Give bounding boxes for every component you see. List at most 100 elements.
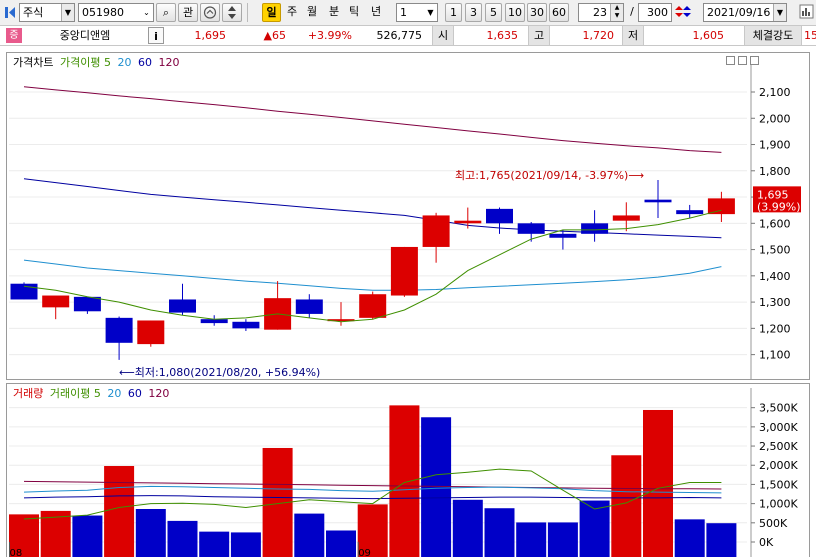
period-tick-button[interactable]: 틱 [346,3,362,22]
period-monthly-button[interactable]: 월 [304,3,320,22]
price-change-pct: +3.99% [292,26,356,45]
volume-bar-down [547,522,578,557]
legend-volume: 거래량 [13,387,44,400]
stepper-arrows-icon[interactable]: ▲ ▼ [610,4,623,21]
total-input[interactable]: 300 [638,3,672,22]
price-tick-label: 2,000 [759,112,791,125]
current-price-value: 1,695 [194,29,227,42]
x-tick-label: 09 [358,548,371,557]
volume-bar-down [484,508,515,557]
low-price-value: 1,605 [692,29,725,42]
spin-button[interactable] [222,3,242,22]
price-ma20-line [23,259,722,291]
chevron-down-icon[interactable]: ▼ [61,4,74,21]
period-yearly-label: 년 [370,5,382,18]
step-5-button[interactable]: 5 [485,3,502,22]
period-monthly-label: 월 [306,5,318,18]
step-60-button[interactable]: 60 [549,3,569,22]
legend-price-ma120: 120 [158,56,180,69]
candle-down [549,233,577,238]
date-value: 2021/09/16 [707,6,771,19]
candle-up [707,198,735,215]
date-select[interactable]: 2021/09/16 ▼ [703,3,787,22]
candle-up [390,246,418,296]
price-tick-label: 1,900 [759,139,791,152]
period-weekly-button[interactable]: 주 [284,3,300,22]
price-tick-label: 1,800 [759,165,791,178]
open-price: 1,635 [456,26,522,45]
strength-value-text: 159.4 [804,29,816,42]
candle-up [454,220,482,224]
step-30-button[interactable]: 30 [527,3,547,22]
volume-tick-label: 500K [759,517,788,530]
drag-handle-icon[interactable] [3,4,17,21]
volume-bar-down [72,515,103,557]
chart-window-icon [799,4,814,19]
link-button[interactable] [200,3,220,22]
price-tick-label: 1,200 [759,322,791,335]
zoom-arrows-icon [675,6,691,17]
settings-window-button[interactable] [798,3,816,22]
info-button[interactable]: i [148,27,164,44]
count-stepper[interactable]: 23 ▲ ▼ [578,3,624,22]
volume-bar-down [674,519,705,557]
total-value: 300 [647,6,668,19]
period-minute-button[interactable]: 분 [326,3,342,22]
volume-chart-pane[interactable]: 거래량 거래이평 5 20 60 120 0K 500K 1,000K 1,500K 2… [6,383,810,557]
volume-tick-label: 1,000K [759,498,798,511]
price-change-value: ▲65 [263,29,286,42]
period-daily-button[interactable]: 일 [262,3,281,22]
candle-down [517,223,545,234]
candle-down [105,317,133,343]
step-3-button[interactable]: 3 [465,3,482,22]
pane-minimize-button[interactable] [726,56,735,65]
volume-bar-down [706,523,737,557]
chevron-down-icon[interactable]: ▼ [773,4,786,21]
period-yearly-button[interactable]: 년 [368,3,384,22]
market-select[interactable]: 주식 ▼ [19,3,75,22]
price-chart-pane[interactable]: 가격차트 가격이평 5 20 60 120 1,100 1,200 1,300 1,4… [6,52,810,380]
high-price: 1,720 [552,26,618,45]
step-30-label: 30 [530,6,544,19]
open-label-text: 시 [437,29,449,42]
volume-bar-up [389,405,420,557]
candle-down [295,299,323,314]
volume-bar-down [199,531,230,557]
chevron-down-icon[interactable]: ▼ [424,4,437,21]
candle-down [10,283,38,300]
price-chart-legend: 가격차트 가격이평 5 20 60 120 [13,54,182,70]
high-label: 고 [528,26,550,45]
strength-value: 159.4 [802,26,816,45]
pane-close-button[interactable] [750,56,759,65]
chevron-down-icon[interactable]: ⌄ [140,4,153,21]
search-button[interactable]: ⌕ [156,3,176,22]
period-weekly-label: 주 [286,5,298,18]
open-label: 시 [432,26,454,45]
volume-tick-label: 1,500K [759,478,798,491]
info-icon: i [154,30,158,43]
step-1-button[interactable]: 1 [445,3,462,22]
pane-maximize-button[interactable] [738,56,747,65]
volume-bar-down [452,499,483,557]
candle-down [676,210,704,215]
price-change: ▲65 [234,26,290,45]
price-ma120-line [23,86,722,153]
volume-tick-label: 0K [759,536,774,549]
watchlist-button[interactable]: 관 [178,3,198,22]
zoom-arrows-button[interactable] [675,3,691,22]
price-tick-label: 1,500 [759,244,791,257]
legend-price: 가격차트 [13,56,54,69]
volume: 526,775 [358,26,426,45]
stock-code-input[interactable]: 051980 ⌄ [78,3,154,22]
candle-down [73,296,101,312]
volume-bar-down [135,508,166,557]
annotation-low: ⟵최저:1,080(2021/08/20, +56.94%) [119,366,320,379]
interval-select[interactable]: 1 ▼ [396,3,438,22]
price-change-pct-value: +3.99% [307,29,352,42]
candle-up [422,215,450,247]
step-1-label: 1 [450,6,457,19]
stock-code-value: 051980 [82,6,124,19]
legend-volume-ma20: 20 [107,387,122,400]
price-tick-label: 1,600 [759,217,791,230]
step-10-button[interactable]: 10 [505,3,525,22]
